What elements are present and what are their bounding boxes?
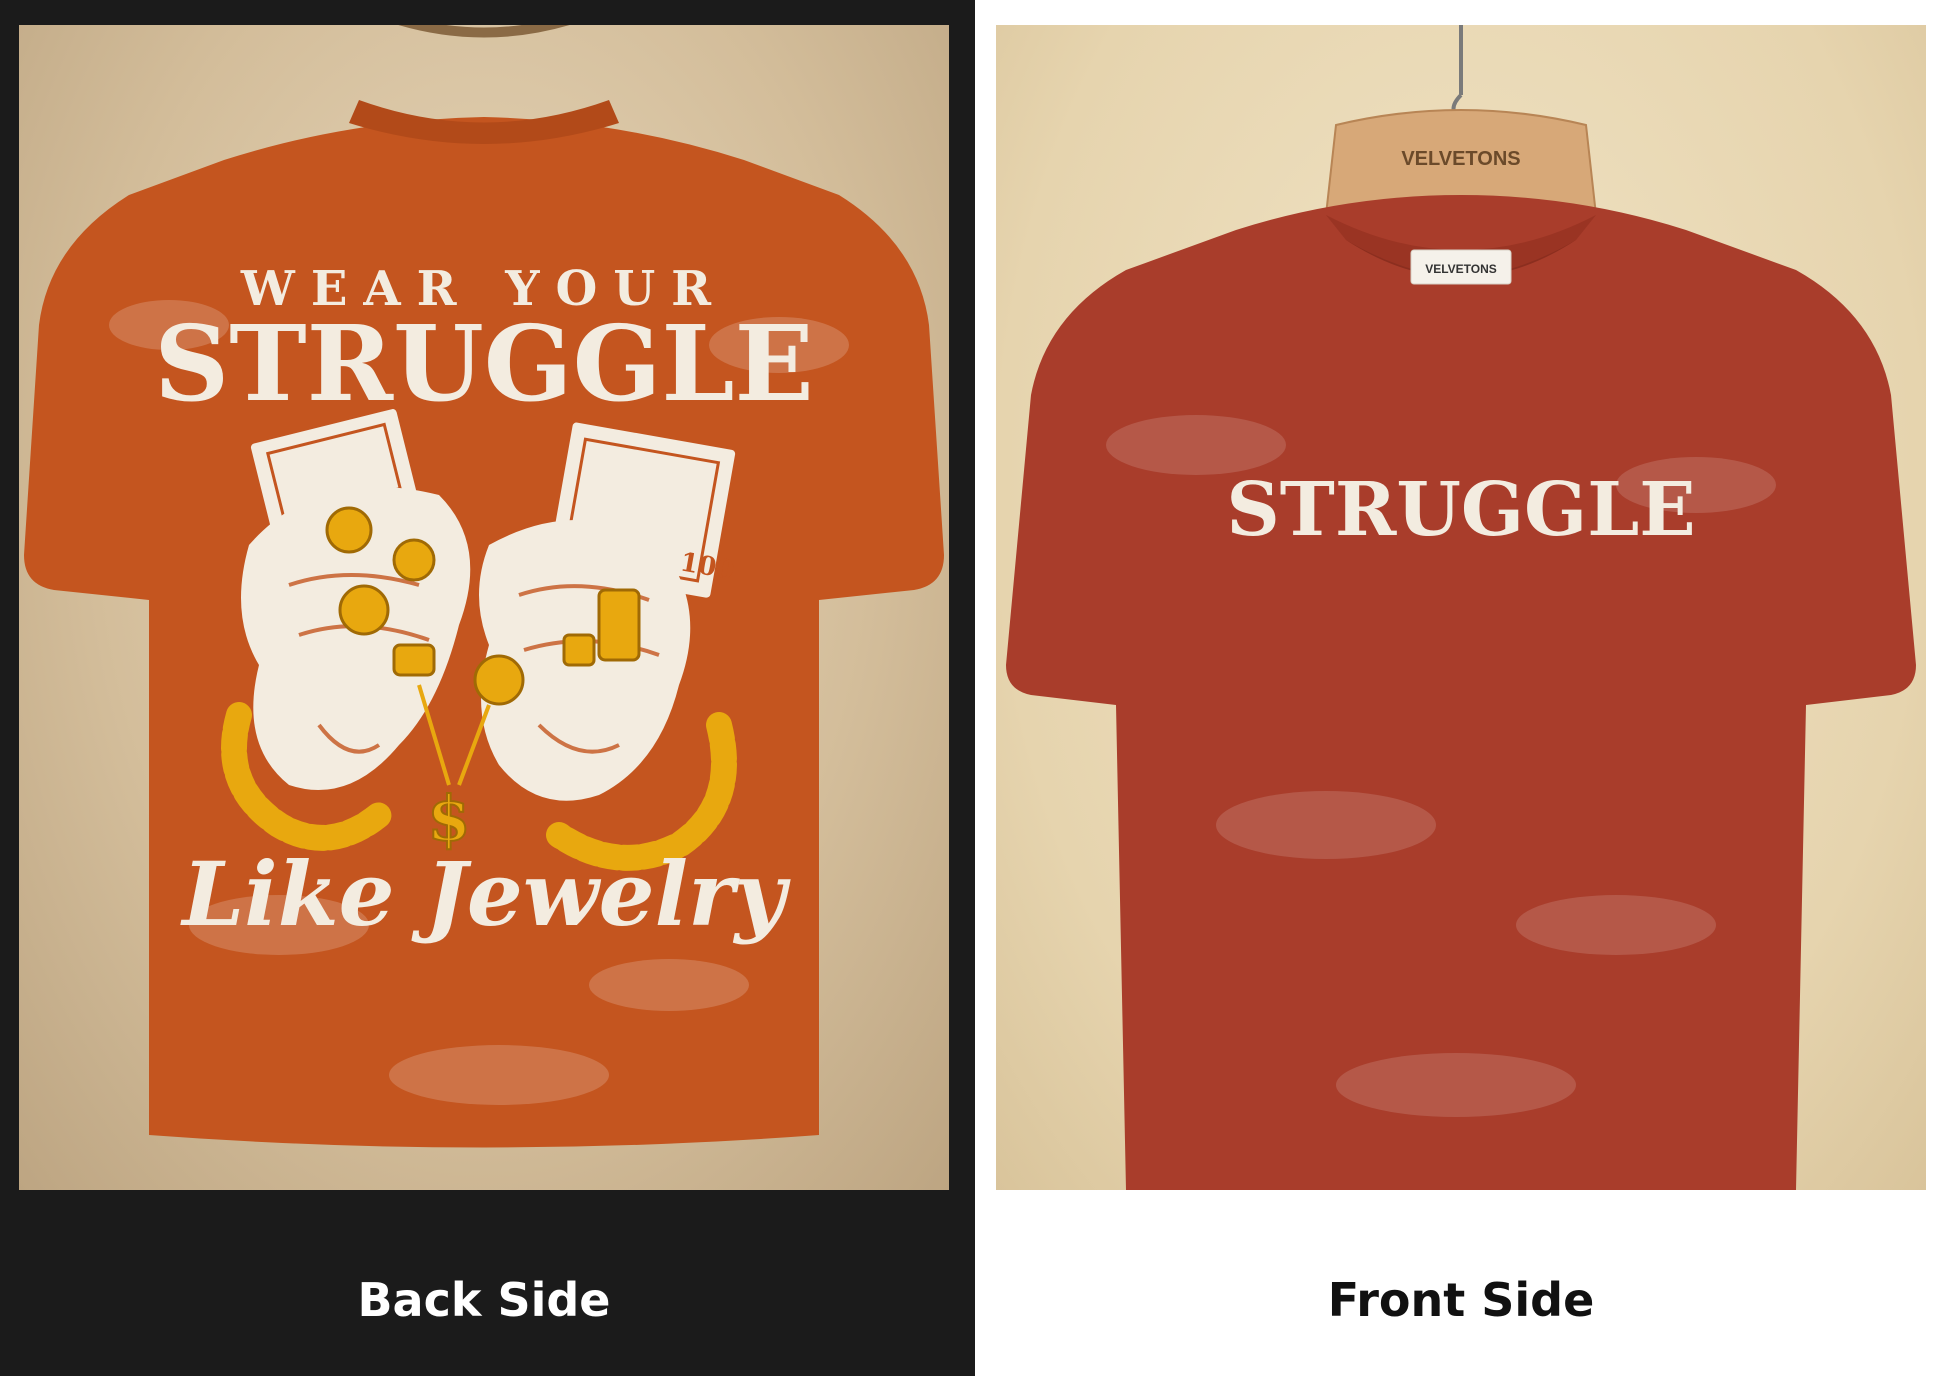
print-script-line: Like Jewelry [179, 842, 791, 946]
front-product-photo: VELVETONS VELVETONS STRUGGLE [996, 25, 1926, 1190]
print-headline: STRUGGLE [154, 302, 814, 425]
hanger-brand: VELVETONS [1401, 148, 1520, 170]
back-product-photo: WEAR YOUR STRUGGLE 100 $ Like Jewelry [19, 25, 949, 1190]
hanger-hook [398, 25, 570, 38]
neck-label: VELVETONS [1425, 262, 1497, 276]
front-tshirt [1006, 195, 1916, 1190]
chest-print: STRUGGLE [1226, 467, 1695, 553]
front-side-caption: Front Side [1327, 1273, 1595, 1327]
back-side-caption: Back Side [357, 1273, 611, 1327]
